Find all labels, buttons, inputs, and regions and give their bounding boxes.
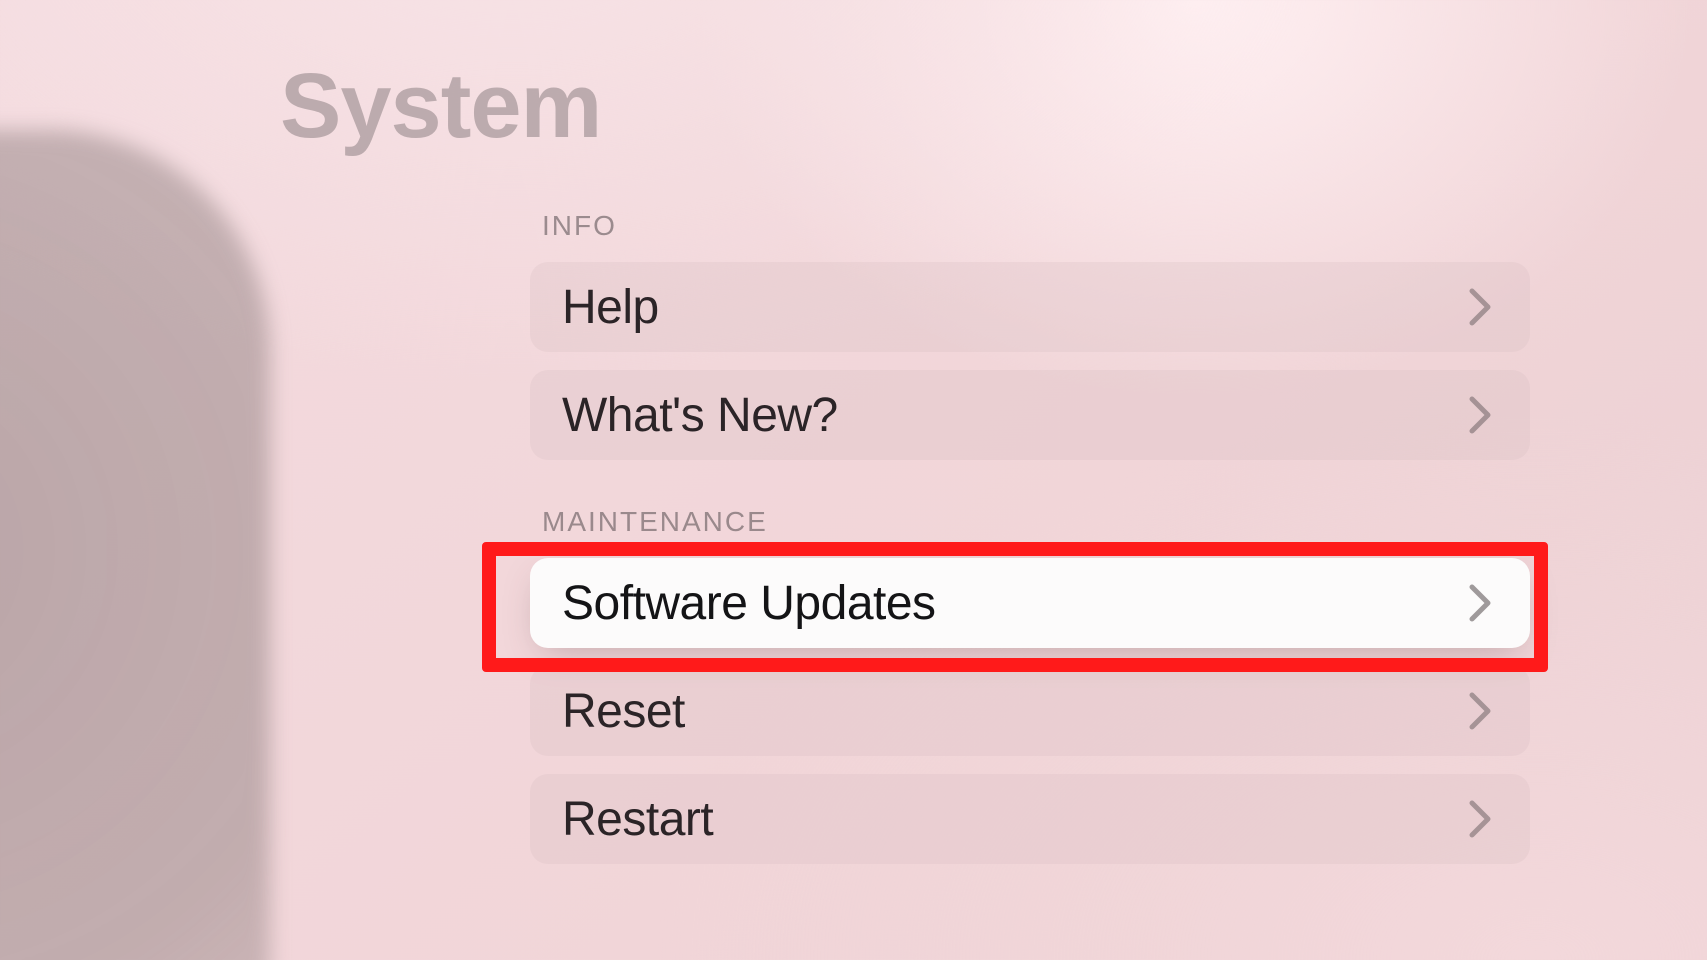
section-info: INFO Help What's New?	[530, 210, 1530, 460]
row-label-whats-new: What's New?	[562, 388, 838, 443]
row-label-software-updates: Software Updates	[562, 576, 936, 631]
row-help[interactable]: Help	[530, 262, 1530, 352]
page-title: System	[280, 54, 601, 159]
row-label-help: Help	[562, 280, 659, 335]
row-restart[interactable]: Restart	[530, 774, 1530, 864]
chevron-right-icon	[1468, 287, 1494, 327]
system-menu: INFO Help What's New? MAINTENANCE Softwa…	[530, 210, 1530, 910]
row-software-updates[interactable]: Software Updates	[530, 558, 1530, 648]
chevron-right-icon	[1468, 583, 1494, 623]
row-label-reset: Reset	[562, 684, 685, 739]
row-reset[interactable]: Reset	[530, 666, 1530, 756]
section-header-info: INFO	[542, 210, 1530, 242]
row-label-restart: Restart	[562, 792, 713, 847]
chevron-right-icon	[1468, 691, 1494, 731]
row-whats-new[interactable]: What's New?	[530, 370, 1530, 460]
chevron-right-icon	[1468, 799, 1494, 839]
background-blob	[0, 130, 270, 960]
section-header-maintenance: MAINTENANCE	[542, 506, 1530, 538]
chevron-right-icon	[1468, 395, 1494, 435]
section-maintenance: MAINTENANCE Software Updates Reset Resta…	[530, 506, 1530, 864]
